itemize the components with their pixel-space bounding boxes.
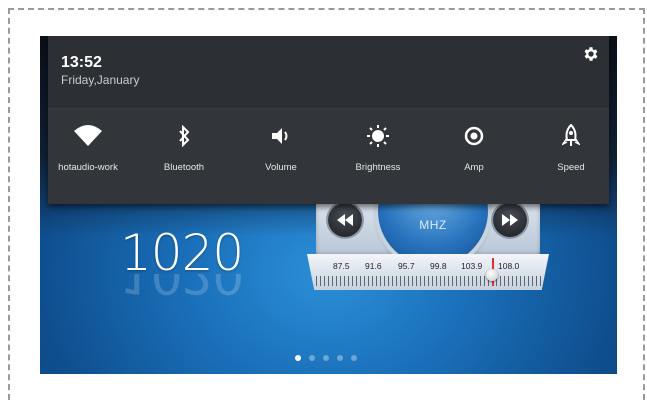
gear-icon <box>584 47 598 61</box>
page-dot[interactable] <box>351 355 357 361</box>
brightness-icon <box>338 122 418 150</box>
status-time: 13:52 <box>61 54 102 71</box>
fast-forward-icon <box>502 214 518 226</box>
tile-label: Speed <box>557 162 585 173</box>
status-date: Friday,January <box>61 73 140 87</box>
frequency-unit: MHZ <box>419 218 447 232</box>
scale-label: 108.0 <box>498 261 520 271</box>
tuning-knob[interactable] <box>486 269 498 281</box>
rocket-icon <box>531 122 611 150</box>
wifi-icon <box>48 122 128 150</box>
settings-button[interactable] <box>579 42 603 66</box>
next-station-button[interactable] <box>493 203 527 237</box>
clock-reflection: 1020 <box>120 274 244 304</box>
page-dot[interactable] <box>309 355 315 361</box>
scale-label: 103.9 <box>461 261 483 271</box>
tile-label: Brightness <box>355 162 401 173</box>
status-header: 13:52 Friday,January <box>48 36 609 107</box>
volume-icon <box>241 122 321 150</box>
scale-ticks <box>316 276 542 286</box>
rewind-icon <box>337 214 353 226</box>
previous-station-button[interactable] <box>328 203 362 237</box>
tile-label: hotaudio-work <box>58 162 118 173</box>
amp-icon <box>434 122 514 150</box>
page-dot-active[interactable] <box>295 355 301 361</box>
tile-wifi[interactable]: hotaudio-work <box>48 122 128 178</box>
scale-label: 87.5 <box>333 261 350 271</box>
page-dot[interactable] <box>337 355 343 361</box>
tile-label: Volume <box>265 162 297 173</box>
tile-bluetooth[interactable]: Bluetooth <box>144 122 224 178</box>
device-screen: MHZ 87.5 91.6 95.7 99.8 103.9 108.0 1020… <box>40 36 617 374</box>
quick-settings-panel: 13:52 Friday,January hotaudio-work Bluet… <box>48 36 609 204</box>
tile-label: Amp <box>464 162 484 173</box>
scale-label: 95.7 <box>398 261 415 271</box>
tile-brightness[interactable]: Brightness <box>338 122 418 178</box>
page-dot[interactable] <box>323 355 329 361</box>
scale-label: 99.8 <box>430 261 447 271</box>
scale-label: 91.6 <box>365 261 382 271</box>
page-indicator <box>295 355 357 361</box>
bluetooth-icon <box>144 122 224 150</box>
tile-amp[interactable]: Amp <box>434 122 514 178</box>
tile-label: Bluetooth <box>163 162 205 173</box>
tile-volume[interactable]: Volume <box>241 122 321 178</box>
tile-speed[interactable]: Speed <box>531 122 611 178</box>
